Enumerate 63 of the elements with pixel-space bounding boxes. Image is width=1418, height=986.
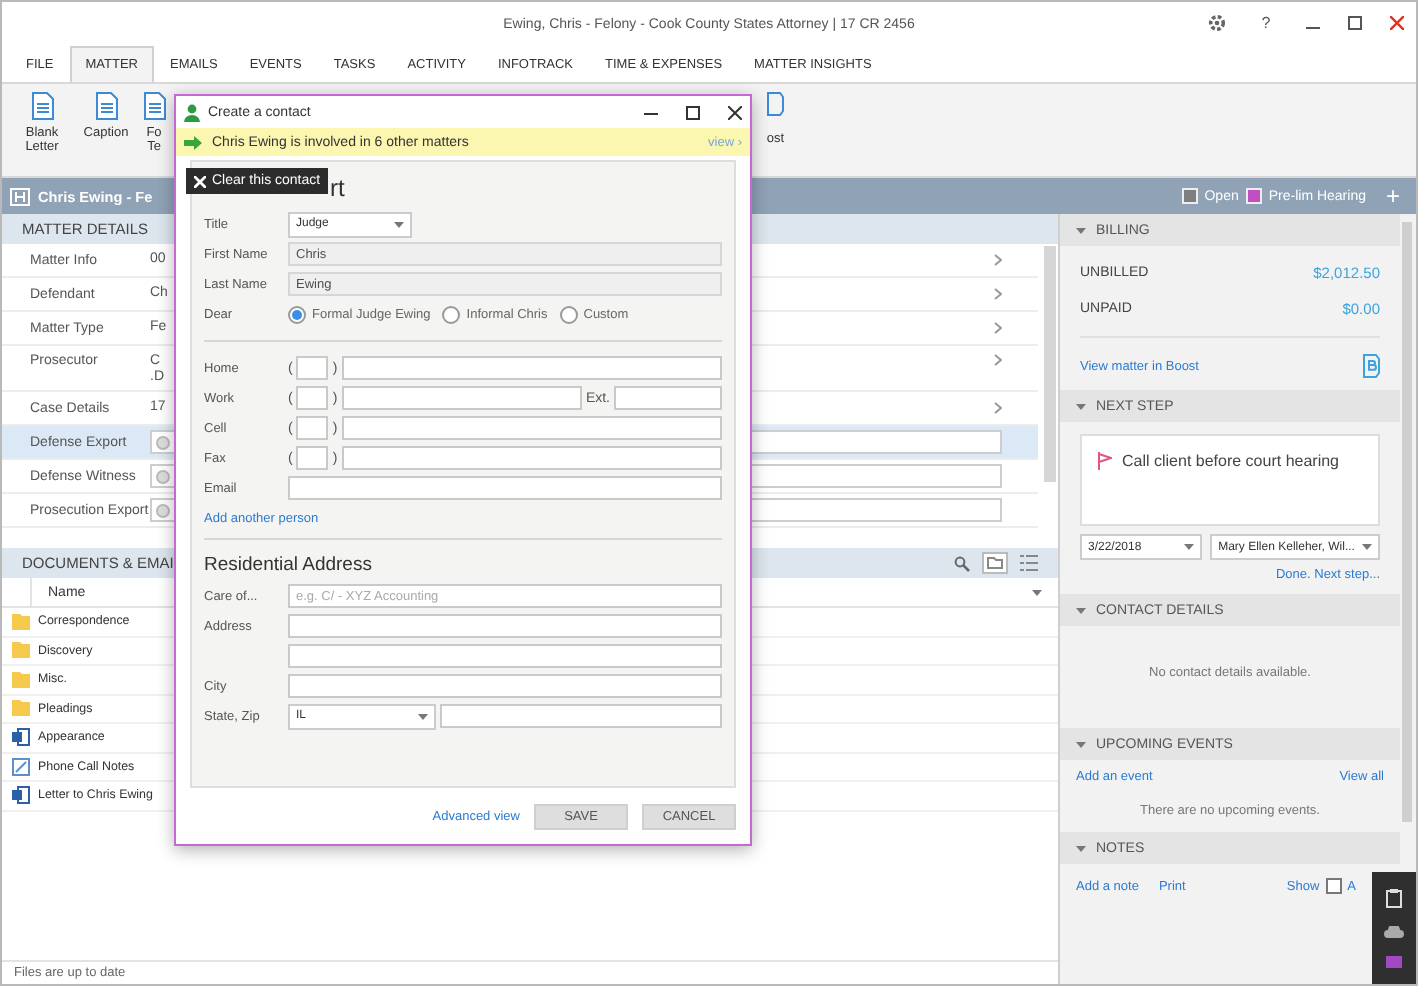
next-step-text: Call client before court hearing — [1122, 452, 1340, 470]
address-field[interactable] — [288, 644, 722, 668]
circle-icon — [156, 435, 170, 449]
next-step-box[interactable]: Call client before court hearing — [1080, 434, 1380, 526]
settings-icon[interactable] — [1208, 13, 1226, 31]
help-button[interactable]: ? — [1254, 10, 1278, 34]
circle-icon — [156, 469, 170, 483]
close-icon[interactable] — [728, 105, 742, 119]
document-icon — [12, 786, 30, 805]
close-icon — [194, 175, 206, 187]
note-icon — [12, 757, 30, 776]
arrow-right-icon — [184, 135, 202, 149]
caret-icon — [1076, 403, 1086, 409]
caret-icon — [1076, 607, 1086, 613]
caret-icon — [1362, 544, 1372, 550]
phone-field[interactable] — [341, 386, 582, 410]
matter-icon — [10, 187, 30, 205]
scrollbar[interactable] — [1044, 246, 1056, 482]
zip-field[interactable] — [440, 704, 722, 728]
flag-icon — [1098, 452, 1112, 470]
ext-field[interactable] — [614, 386, 722, 410]
search-icon[interactable] — [954, 555, 970, 571]
radio-button[interactable] — [442, 305, 461, 323]
area-code-field[interactable] — [296, 356, 329, 380]
person-icon — [184, 103, 200, 121]
section-title: Residential Address — [204, 554, 374, 576]
caret-icon — [1076, 227, 1086, 233]
chevron-right-icon[interactable] — [994, 322, 1002, 334]
clipboard-icon[interactable] — [1386, 887, 1402, 908]
show-checkbox[interactable] — [1325, 878, 1342, 894]
folder-view-icon[interactable] — [982, 552, 1008, 574]
radio-button[interactable] — [559, 305, 578, 323]
phone-field[interactable] — [341, 356, 722, 380]
chevron-right-icon[interactable] — [994, 354, 1002, 366]
maximize-icon[interactable] — [1348, 15, 1362, 29]
chevron-right-icon[interactable] — [994, 402, 1002, 414]
document-icon — [95, 92, 117, 120]
document-icon — [143, 92, 165, 120]
contact-heading: rt — [330, 172, 347, 206]
phone-field[interactable] — [341, 416, 722, 440]
caret-icon — [1032, 589, 1042, 595]
caret-icon — [1184, 544, 1195, 550]
address-field[interactable] — [288, 614, 722, 638]
radio-button[interactable] — [288, 305, 306, 323]
cloud-icon[interactable] — [1384, 925, 1404, 938]
caret-icon — [418, 713, 428, 719]
list-view-icon[interactable] — [1020, 554, 1038, 572]
caret-icon — [1076, 845, 1086, 851]
document-icon — [12, 728, 30, 747]
chevron-right-icon[interactable] — [994, 288, 1002, 300]
area-code-field[interactable] — [296, 416, 329, 440]
scrollbar[interactable] — [1402, 222, 1412, 822]
area-code-field[interactable] — [296, 386, 329, 410]
caret-icon — [1076, 741, 1086, 747]
document-icon — [31, 92, 53, 120]
phone-field[interactable] — [341, 446, 722, 470]
area-code-field[interactable] — [296, 446, 329, 470]
caret-icon — [394, 221, 404, 227]
chevron-right-icon[interactable] — [994, 254, 1002, 266]
maximize-icon[interactable] — [686, 105, 700, 119]
email-field[interactable] — [288, 476, 722, 500]
city-field[interactable] — [288, 674, 722, 698]
circle-icon — [156, 503, 170, 517]
